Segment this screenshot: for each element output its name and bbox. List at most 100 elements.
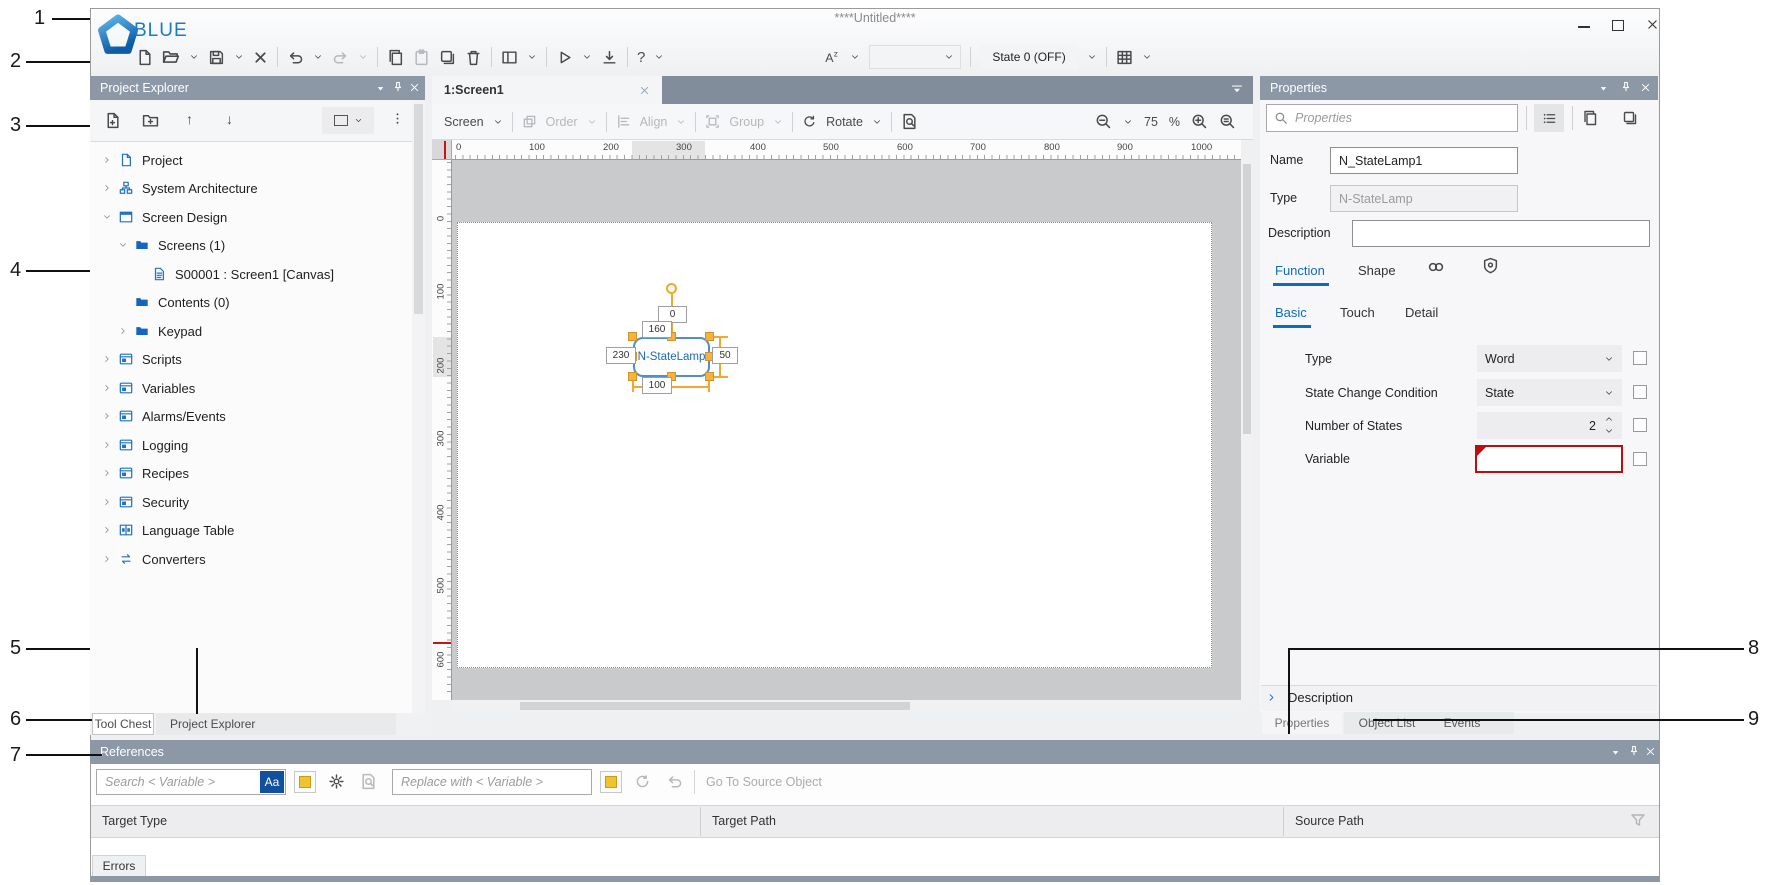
- param-num-states-checkbox[interactable]: [1633, 418, 1647, 432]
- redo-button[interactable]: [332, 49, 349, 66]
- reference-search-input[interactable]: [96, 769, 286, 795]
- panel-menu-icon[interactable]: [375, 83, 386, 94]
- n-statelamp-object[interactable]: N-StateLamp: [633, 337, 710, 377]
- tree-item-logging[interactable]: Logging: [92, 431, 420, 459]
- go-to-source-button[interactable]: Go To Source Object: [706, 775, 822, 789]
- replace-input[interactable]: [392, 769, 592, 795]
- window-layout-button[interactable]: [501, 49, 518, 66]
- tab-object-list[interactable]: Object List: [1344, 712, 1430, 734]
- tab-screen1[interactable]: 1:Screen1: [432, 76, 662, 104]
- duplicate-button[interactable]: [439, 49, 456, 66]
- tab-errors[interactable]: Errors: [92, 855, 146, 876]
- rotate-dropdown-icon[interactable]: [872, 117, 882, 127]
- column-target-path[interactable]: Target Path: [712, 814, 776, 828]
- save-button[interactable]: [208, 49, 225, 66]
- tab-basic[interactable]: Basic: [1275, 305, 1307, 320]
- resize-handle[interactable]: [705, 332, 714, 341]
- tab-list-icon[interactable]: [1230, 83, 1244, 97]
- tab-properties[interactable]: Properties: [1262, 712, 1342, 734]
- zoom-fit-button[interactable]: [1219, 113, 1236, 130]
- chevron-right-icon[interactable]: [102, 554, 112, 564]
- panel-close-icon[interactable]: [1640, 82, 1651, 93]
- chevron-right-icon[interactable]: [102, 525, 112, 535]
- tab-close-icon[interactable]: [639, 85, 650, 96]
- panel-menu-icon[interactable]: [1610, 747, 1621, 758]
- close-project-button[interactable]: [253, 50, 268, 65]
- dock-mode-button[interactable]: [322, 107, 374, 134]
- tab-shape[interactable]: Shape: [1358, 263, 1396, 278]
- resize-handle[interactable]: [628, 372, 637, 381]
- chain-link-icon[interactable]: [1426, 258, 1446, 276]
- chevron-right-icon[interactable]: [102, 183, 112, 193]
- run-dropdown-icon[interactable]: [582, 52, 592, 62]
- param-state-change-checkbox[interactable]: [1633, 385, 1647, 399]
- open-dropdown-icon[interactable]: [189, 52, 199, 62]
- save-dropdown-icon[interactable]: [234, 52, 244, 62]
- scrollbar-thumb[interactable]: [1243, 164, 1251, 434]
- param-variable-input[interactable]: [1475, 445, 1623, 473]
- chevron-right-icon[interactable]: [118, 326, 128, 336]
- scrollbar-thumb[interactable]: [414, 104, 423, 314]
- tab-detail[interactable]: Detail: [1405, 305, 1438, 320]
- zoom-dropdown-icon[interactable]: [1123, 117, 1133, 127]
- redo-dropdown-icon[interactable]: [358, 52, 368, 62]
- param-num-states-spinner[interactable]: 2: [1477, 412, 1622, 439]
- tree-item-variables[interactable]: Variables: [92, 374, 420, 402]
- tree-item-security[interactable]: Security: [92, 488, 420, 516]
- tree-item-scripts[interactable]: Scripts: [92, 345, 420, 373]
- chevron-down-icon[interactable]: [118, 240, 128, 250]
- table-dropdown-icon[interactable]: [1142, 52, 1152, 62]
- replace-refresh-icon[interactable]: [634, 773, 651, 790]
- move-down-button[interactable]: ↓: [226, 111, 233, 127]
- param-variable-checkbox[interactable]: [1633, 452, 1647, 466]
- param-type-dropdown[interactable]: Word: [1477, 345, 1622, 372]
- chevron-right-icon[interactable]: [102, 383, 112, 393]
- chevron-right-icon[interactable]: [102, 497, 112, 507]
- chevron-right-icon[interactable]: [102, 440, 112, 450]
- copy-properties-button[interactable]: [1582, 110, 1598, 126]
- panel-close-icon[interactable]: [1645, 746, 1656, 757]
- panel-close-icon[interactable]: [409, 82, 420, 93]
- tree-item-converters[interactable]: Converters: [92, 545, 420, 573]
- help-dropdown-icon[interactable]: [654, 52, 664, 62]
- add-folder-button[interactable]: [142, 112, 159, 129]
- param-type-checkbox[interactable]: [1633, 351, 1647, 365]
- screen-menu-button[interactable]: Screen: [444, 115, 484, 129]
- property-list-view-button[interactable]: [1534, 104, 1564, 132]
- delete-button[interactable]: [465, 49, 482, 66]
- scrollbar-thumb[interactable]: [520, 702, 910, 710]
- align-dropdown-icon[interactable]: [676, 117, 686, 127]
- order-button[interactable]: Order: [546, 115, 578, 129]
- open-button[interactable]: [162, 48, 180, 66]
- chevron-right-icon[interactable]: [1266, 692, 1277, 703]
- language-dropdown-icon[interactable]: [850, 52, 860, 62]
- column-source-path[interactable]: Source Path: [1295, 814, 1364, 828]
- layout-dropdown-icon[interactable]: [527, 52, 537, 62]
- pin-icon[interactable]: [1620, 81, 1632, 93]
- column-separator[interactable]: [1283, 807, 1284, 836]
- chevron-right-icon[interactable]: [102, 411, 112, 421]
- replace-color-filter-button[interactable]: [600, 771, 622, 793]
- chevron-right-icon[interactable]: [102, 155, 112, 165]
- tab-tool-chest[interactable]: Tool Chest: [92, 713, 154, 735]
- filter-icon[interactable]: [1630, 812, 1646, 828]
- more-options-icon[interactable]: [390, 111, 405, 126]
- minimize-button[interactable]: [1578, 26, 1590, 28]
- paste-properties-button[interactable]: [1622, 110, 1638, 126]
- tab-project-explorer[interactable]: Project Explorer: [156, 713, 396, 735]
- run-simulation-button[interactable]: [556, 49, 573, 66]
- copy-button[interactable]: [387, 49, 404, 66]
- align-button[interactable]: Align: [640, 115, 668, 129]
- tree-item-language-table[interactable]: Language Table: [92, 516, 420, 544]
- rotation-handle[interactable]: [666, 283, 677, 294]
- state-selector[interactable]: State 0 (OFF): [980, 45, 1077, 69]
- group-dropdown-icon[interactable]: [773, 117, 783, 127]
- tab-function[interactable]: Function: [1275, 263, 1325, 278]
- zoom-in-button[interactable]: [1191, 113, 1208, 130]
- pin-icon[interactable]: [392, 81, 404, 93]
- tree-item-project[interactable]: Project: [92, 146, 420, 174]
- screen-dropdown-icon[interactable]: [493, 117, 503, 127]
- tree-item-screens[interactable]: Screens (1): [92, 231, 436, 259]
- spinner-up-icon[interactable]: [1604, 414, 1614, 424]
- color-filter-button[interactable]: [294, 771, 316, 793]
